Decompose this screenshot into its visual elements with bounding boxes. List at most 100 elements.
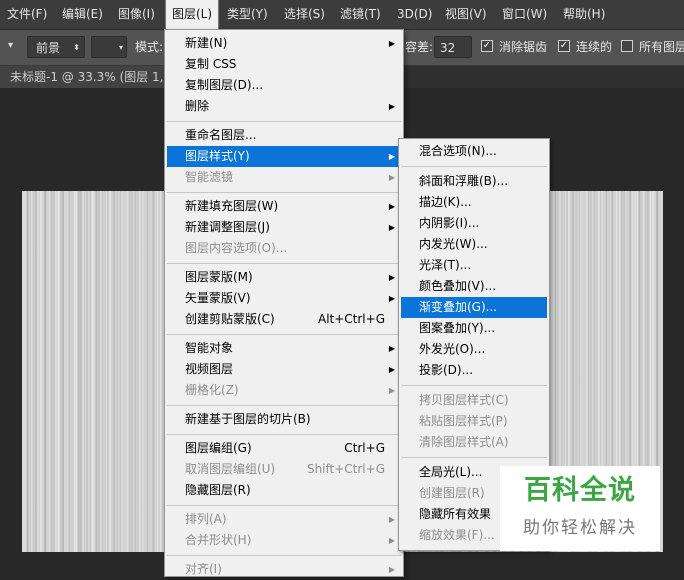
submenu-arrow-icon: ▶	[388, 515, 395, 524]
menu-separator	[401, 385, 547, 386]
menubar-item[interactable]: 选择(S)	[284, 0, 325, 29]
menu-item-label: 复制图层(D)...	[185, 78, 264, 92]
menu-item-label: 删除	[185, 99, 210, 113]
menu-item[interactable]: 视频图层 ▶	[167, 359, 401, 380]
menu-separator	[167, 434, 401, 435]
menu-item[interactable]: 新建调整图层(J) ▶	[167, 217, 401, 238]
menubar-item[interactable]: 3D(D)	[397, 0, 432, 29]
menubar-item[interactable]: 类型(Y)	[227, 0, 268, 29]
menu-item-label: 智能滤镜	[185, 170, 234, 184]
all-layers-checkbox[interactable]	[621, 40, 633, 52]
antialias-label: 消除锯齿	[499, 40, 548, 54]
menu-item[interactable]: 复制 CSS	[167, 54, 401, 75]
menu-item[interactable]: 内阴影(I)...	[401, 213, 547, 234]
tolerance-input[interactable]: 32	[434, 36, 472, 58]
menu-item[interactable]: 新建(N) ▶	[167, 33, 401, 54]
menu-item-label: 内阴影(I)...	[419, 216, 480, 230]
menu-item-label: 图层蒙版(M)	[185, 270, 253, 284]
submenu-arrow-icon: ▶	[388, 152, 395, 161]
menu-item-label: 图层编组(G)	[185, 441, 252, 455]
menu-item-label: 缩放效果(F)...	[419, 528, 495, 542]
menu-item[interactable]: 混合选项(N)...	[401, 141, 547, 162]
layer-menu: 新建(N) ▶ 复制 CSS 复制图层(D)... 删除 ▶ 重命名图层... 图层样式(Y)…	[164, 29, 404, 577]
menu-item-label: 混合选项(N)...	[419, 144, 497, 158]
menu-item[interactable]: 渐变叠加(G)...	[401, 297, 547, 318]
submenu-arrow-icon: ▶	[388, 173, 395, 182]
menu-item[interactable]: 颜色叠加(V)...	[401, 276, 547, 297]
menu-item-label: 粘贴图层样式(P)	[419, 414, 508, 428]
tool-preset-chevron-icon[interactable]: ▾	[8, 38, 18, 54]
menu-item[interactable]: 图案叠加(Y)...	[401, 318, 547, 339]
menu-item[interactable]: 图层编组(G) Ctrl+G	[167, 438, 401, 459]
menu-item[interactable]: 隐藏图层(R)	[167, 480, 401, 501]
menubar-item[interactable]: 编辑(E)	[62, 0, 103, 29]
menubar-item[interactable]: 图层(L)	[164, 0, 220, 30]
menu-item[interactable]: 光泽(T)...	[401, 255, 547, 276]
menu-item-label: 栅格化(Z)	[185, 383, 239, 397]
menu-item[interactable]: 图层样式(Y) ▶	[167, 146, 401, 167]
menu-item: 栅格化(Z) ▶	[167, 380, 401, 401]
submenu-arrow-icon: ▶	[388, 202, 395, 211]
menu-item: 清除图层样式(A)	[401, 432, 547, 453]
fill-source-value: 前景	[36, 41, 61, 55]
menu-item[interactable]: 重命名图层...	[167, 125, 401, 146]
menu-item-label: 新建基于图层的切片(B)	[185, 412, 311, 426]
menu-item-label: 合并形状(H)	[185, 533, 252, 547]
menu-item-label: 隐藏所有效果	[419, 507, 492, 521]
menu-item: 图层内容选项(O)...	[167, 238, 401, 259]
menu-item[interactable]: 外发光(O)...	[401, 339, 547, 360]
menu-item-label: 新建调整图层(J)	[185, 220, 270, 234]
menu-item: 拷贝图层样式(C)	[401, 390, 547, 411]
submenu-arrow-icon: ▶	[388, 223, 395, 232]
menu-item[interactable]: 新建基于图层的切片(B)	[167, 409, 401, 430]
menu-item-label: 图层样式(Y)	[185, 149, 250, 163]
submenu-arrow-icon: ▶	[388, 365, 395, 374]
menubar-item[interactable]: 视图(V)	[445, 0, 487, 29]
menu-item[interactable]: 复制图层(D)...	[167, 75, 401, 96]
menu-item[interactable]: 新建填充图层(W) ▶	[167, 196, 401, 217]
menu-item-label: 排列(A)	[185, 512, 227, 526]
menu-item[interactable]: 删除 ▶	[167, 96, 401, 117]
watermark-title: 百科全说	[524, 475, 636, 506]
menubar-item[interactable]: 帮助(H)	[563, 0, 605, 29]
pattern-picker[interactable]: ▾	[91, 36, 127, 58]
submenu-arrow-icon: ▶	[388, 39, 395, 48]
menu-item-label: 创建剪贴蒙版(C)	[185, 312, 275, 326]
menu-item[interactable]: 矢量蒙版(V) ▶	[167, 288, 401, 309]
menu-item: 排列(A) ▶	[167, 509, 401, 530]
menu-item-label: 内发光(W)...	[419, 237, 488, 251]
menu-item: 对齐(I) ▶	[167, 559, 401, 580]
menu-item[interactable]: 图层蒙版(M) ▶	[167, 267, 401, 288]
menubar-item[interactable]: 滤镜(T)	[340, 0, 381, 29]
menu-separator	[401, 457, 547, 458]
fill-source-select[interactable]: 前景 ⬍	[27, 36, 85, 58]
menu-item: 合并形状(H) ▶	[167, 530, 401, 551]
menubar-item[interactable]: 窗口(W)	[502, 0, 547, 29]
menu-item: 智能滤镜 ▶	[167, 167, 401, 188]
menu-item-label: 投影(D)...	[419, 363, 474, 377]
menu-item[interactable]: 创建剪贴蒙版(C) Alt+Ctrl+G	[167, 309, 401, 330]
menu-item[interactable]: 斜面和浮雕(B)...	[401, 171, 547, 192]
menu-item[interactable]: 智能对象 ▶	[167, 338, 401, 359]
menu-item-label: 新建填充图层(W)	[185, 199, 279, 213]
contiguous-checkbox[interactable]: ✓	[558, 40, 570, 52]
menu-separator	[167, 555, 401, 556]
all-layers-label: 所有图层	[639, 40, 684, 54]
submenu-arrow-icon: ▶	[388, 536, 395, 545]
menu-item-shortcut: Alt+Ctrl+G	[317, 312, 385, 326]
tolerance-value: 32	[440, 41, 456, 55]
menubar-item[interactable]: 文件(F)	[7, 0, 47, 29]
menu-item-label: 重命名图层...	[185, 128, 257, 142]
submenu-arrow-icon: ▶	[388, 565, 395, 574]
menu-item-label: 外发光(O)...	[419, 342, 486, 356]
menu-item[interactable]: 描边(K)...	[401, 192, 547, 213]
menu-separator	[167, 505, 401, 506]
menu-item[interactable]: 内发光(W)...	[401, 234, 547, 255]
select-arrows-icon: ⬍	[73, 43, 80, 52]
menubar-item[interactable]: 图像(I)	[118, 0, 155, 29]
chevron-down-icon: ▾	[118, 43, 123, 52]
menu-item[interactable]: 投影(D)...	[401, 360, 547, 381]
menu-bar: 文件(F) 编辑(E) 图像(I) 图层(L) 类型(Y) 选择(S) 滤镜(T) 3D(D)…	[0, 0, 684, 30]
menu-separator	[167, 334, 401, 335]
antialias-checkbox[interactable]: ✓	[481, 40, 493, 52]
